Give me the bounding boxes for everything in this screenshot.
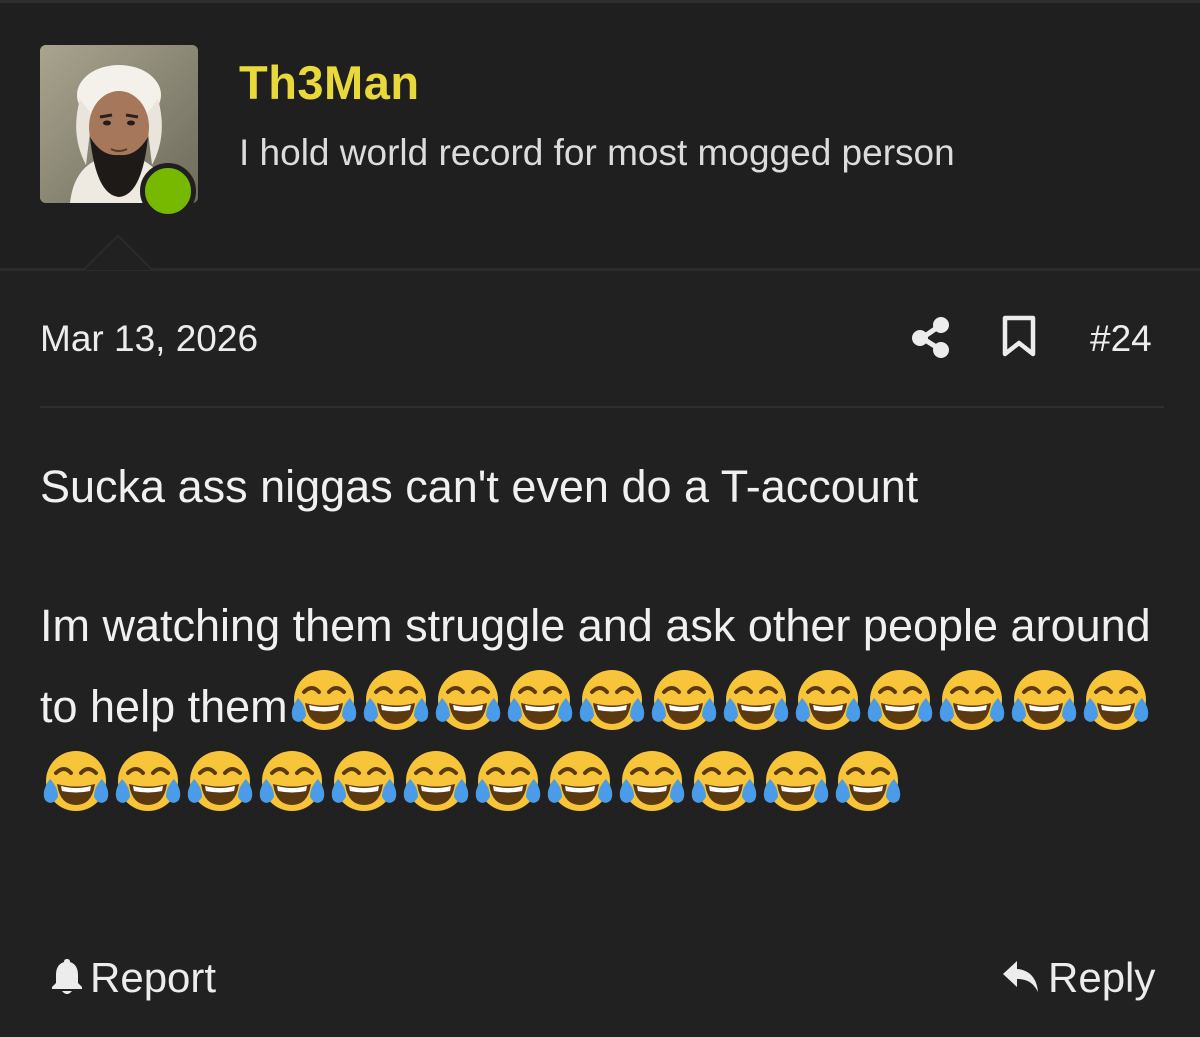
- bell-icon: [52, 959, 82, 994]
- tears-of-joy-emoji-icon: [720, 664, 792, 736]
- tears-of-joy-emoji-icon: [112, 745, 184, 817]
- tears-of-joy-emoji-icon: [792, 664, 864, 736]
- tears-of-joy-emoji-icon: [760, 745, 832, 817]
- tears-of-joy-emoji-icon: [432, 664, 504, 736]
- tears-of-joy-emoji-icon: [360, 664, 432, 736]
- online-status-indicator: [140, 163, 196, 219]
- post-paragraph-1: Sucka ass niggas can't even do a T-accou…: [40, 461, 919, 512]
- tears-of-joy-emoji-icon: [832, 745, 904, 817]
- tears-of-joy-emoji-icon: [184, 745, 256, 817]
- post-date[interactable]: Mar 13, 2026: [40, 318, 258, 360]
- tears-of-joy-emoji-icon: [1008, 664, 1080, 736]
- tears-of-joy-emoji-icon: [256, 745, 328, 817]
- username[interactable]: Th3Man: [239, 55, 420, 110]
- post-body: Sucka ass niggas can't even do a T-accou…: [40, 448, 1170, 826]
- meta-divider: [40, 406, 1164, 408]
- tears-of-joy-emoji-icon: [400, 745, 472, 817]
- report-label: Report: [90, 954, 217, 1001]
- tears-of-joy-emoji-icon: [616, 745, 688, 817]
- reply-arrow-icon: [1003, 961, 1038, 992]
- tears-of-joy-emoji-icon: [40, 745, 112, 817]
- tears-of-joy-emoji-icon: [472, 745, 544, 817]
- share-button[interactable]: [910, 315, 952, 359]
- tears-of-joy-emoji-icon: [576, 664, 648, 736]
- tears-of-joy-emoji-icon: [544, 745, 616, 817]
- tears-of-joy-emoji-icon: [288, 664, 360, 736]
- share-icon: [912, 317, 949, 358]
- header-pointer: [82, 234, 154, 270]
- tears-of-joy-emoji-icon: [504, 664, 576, 736]
- post-number-link[interactable]: #24: [1090, 318, 1152, 360]
- tears-of-joy-emoji-icon: [1080, 664, 1152, 736]
- tears-of-joy-emoji-icon: [864, 664, 936, 736]
- bookmark-button[interactable]: [1000, 314, 1038, 358]
- header-divider: [0, 268, 1200, 271]
- reply-button[interactable]: Reply: [1000, 954, 1155, 1002]
- user-title: I hold world record for most mogged pers…: [239, 132, 955, 173]
- tears-of-joy-emoji-icon: [936, 664, 1008, 736]
- tears-of-joy-emoji-icon: [328, 745, 400, 817]
- user-header: Th3Man I hold world record for most mogg…: [0, 3, 1200, 269]
- post-paragraph-2: Im watching them struggle and ask other …: [40, 587, 1170, 826]
- reply-label: Reply: [1048, 954, 1156, 1001]
- avatar-container[interactable]: [40, 45, 200, 219]
- bookmark-icon: [1002, 315, 1036, 357]
- tears-of-joy-emoji-icon: [648, 664, 720, 736]
- report-button[interactable]: Report: [50, 954, 216, 1002]
- tears-of-joy-emoji-icon: [688, 745, 760, 817]
